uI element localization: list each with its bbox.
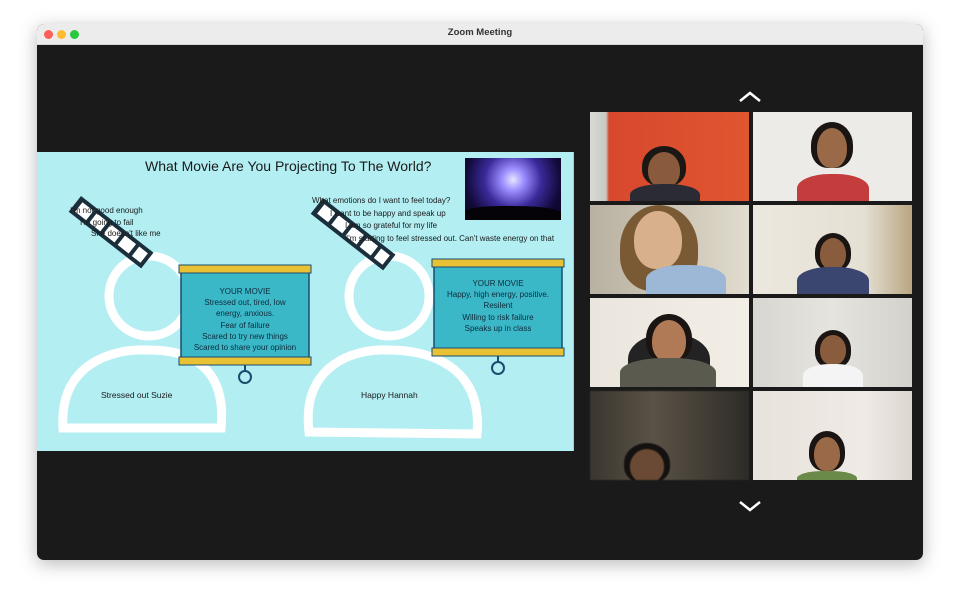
movie-line: Resilent xyxy=(483,301,513,311)
movie-line: Scared to share your opinion xyxy=(193,343,297,353)
right-person-name: Happy Hannah xyxy=(361,390,418,400)
movie-line: Speaks up in class xyxy=(464,323,532,333)
movie-line: Happy, high energy, positive. xyxy=(447,290,549,300)
title-bar: Zoom Meeting xyxy=(37,24,923,45)
positive-thoughts: What emotions do I want to feel today? I… xyxy=(312,195,554,245)
positive-thought: I am so grateful for my life xyxy=(345,221,438,230)
positive-thought: I'm starting to feel stressed out. Can't… xyxy=(346,233,555,243)
participant-video-tile[interactable] xyxy=(590,205,749,294)
participant-video-tile[interactable] xyxy=(590,112,749,201)
chevron-down-icon[interactable] xyxy=(737,499,763,513)
participant-video-tile[interactable] xyxy=(590,391,749,480)
negative-thought: I'm going to fail xyxy=(80,217,134,227)
participant-video-tile[interactable] xyxy=(753,298,912,387)
movie-line: Stressed out, tired, low xyxy=(204,298,286,308)
movie-heading: YOUR MOVIE xyxy=(472,279,524,288)
participant-gallery xyxy=(590,112,912,484)
left-person-name: Stressed out Suzie xyxy=(101,390,173,400)
participant-video-tile[interactable] xyxy=(753,205,912,294)
movie-line: Willing to risk failure xyxy=(462,312,534,322)
positive-thought: I want to be happy and speak up xyxy=(330,208,446,218)
participant-video-tile[interactable] xyxy=(753,391,912,480)
negative-thought: I'm not good enough xyxy=(70,206,143,215)
movie-line: energy, anxious. xyxy=(215,309,275,319)
movie-heading: YOUR MOVIE xyxy=(219,287,271,296)
movie-line: Scared to try new things xyxy=(202,331,288,341)
movie-line: Fear of failure xyxy=(220,320,270,330)
left-movie-text: YOUR MOVIE Stressed out, tired, low ener… xyxy=(183,286,307,353)
participant-video-tile[interactable] xyxy=(753,112,912,201)
positive-thought: What emotions do I want to feel today? xyxy=(312,196,451,205)
negative-thought: She doesn't like me xyxy=(91,229,161,238)
zoom-window: Zoom Meeting What Movie Are You Projecti… xyxy=(37,24,923,560)
shared-screen-slide: What Movie Are You Projecting To The Wor… xyxy=(37,152,574,451)
slide-title: What Movie Are You Projecting To The Wor… xyxy=(145,158,432,174)
negative-thoughts: I'm not good enough I'm going to fail Sh… xyxy=(70,205,161,240)
chevron-up-icon[interactable] xyxy=(737,90,763,104)
window-title: Zoom Meeting xyxy=(447,27,513,38)
participant-video-tile[interactable] xyxy=(590,298,749,387)
right-movie-text: YOUR MOVIE Happy, high energy, positive.… xyxy=(436,278,560,334)
